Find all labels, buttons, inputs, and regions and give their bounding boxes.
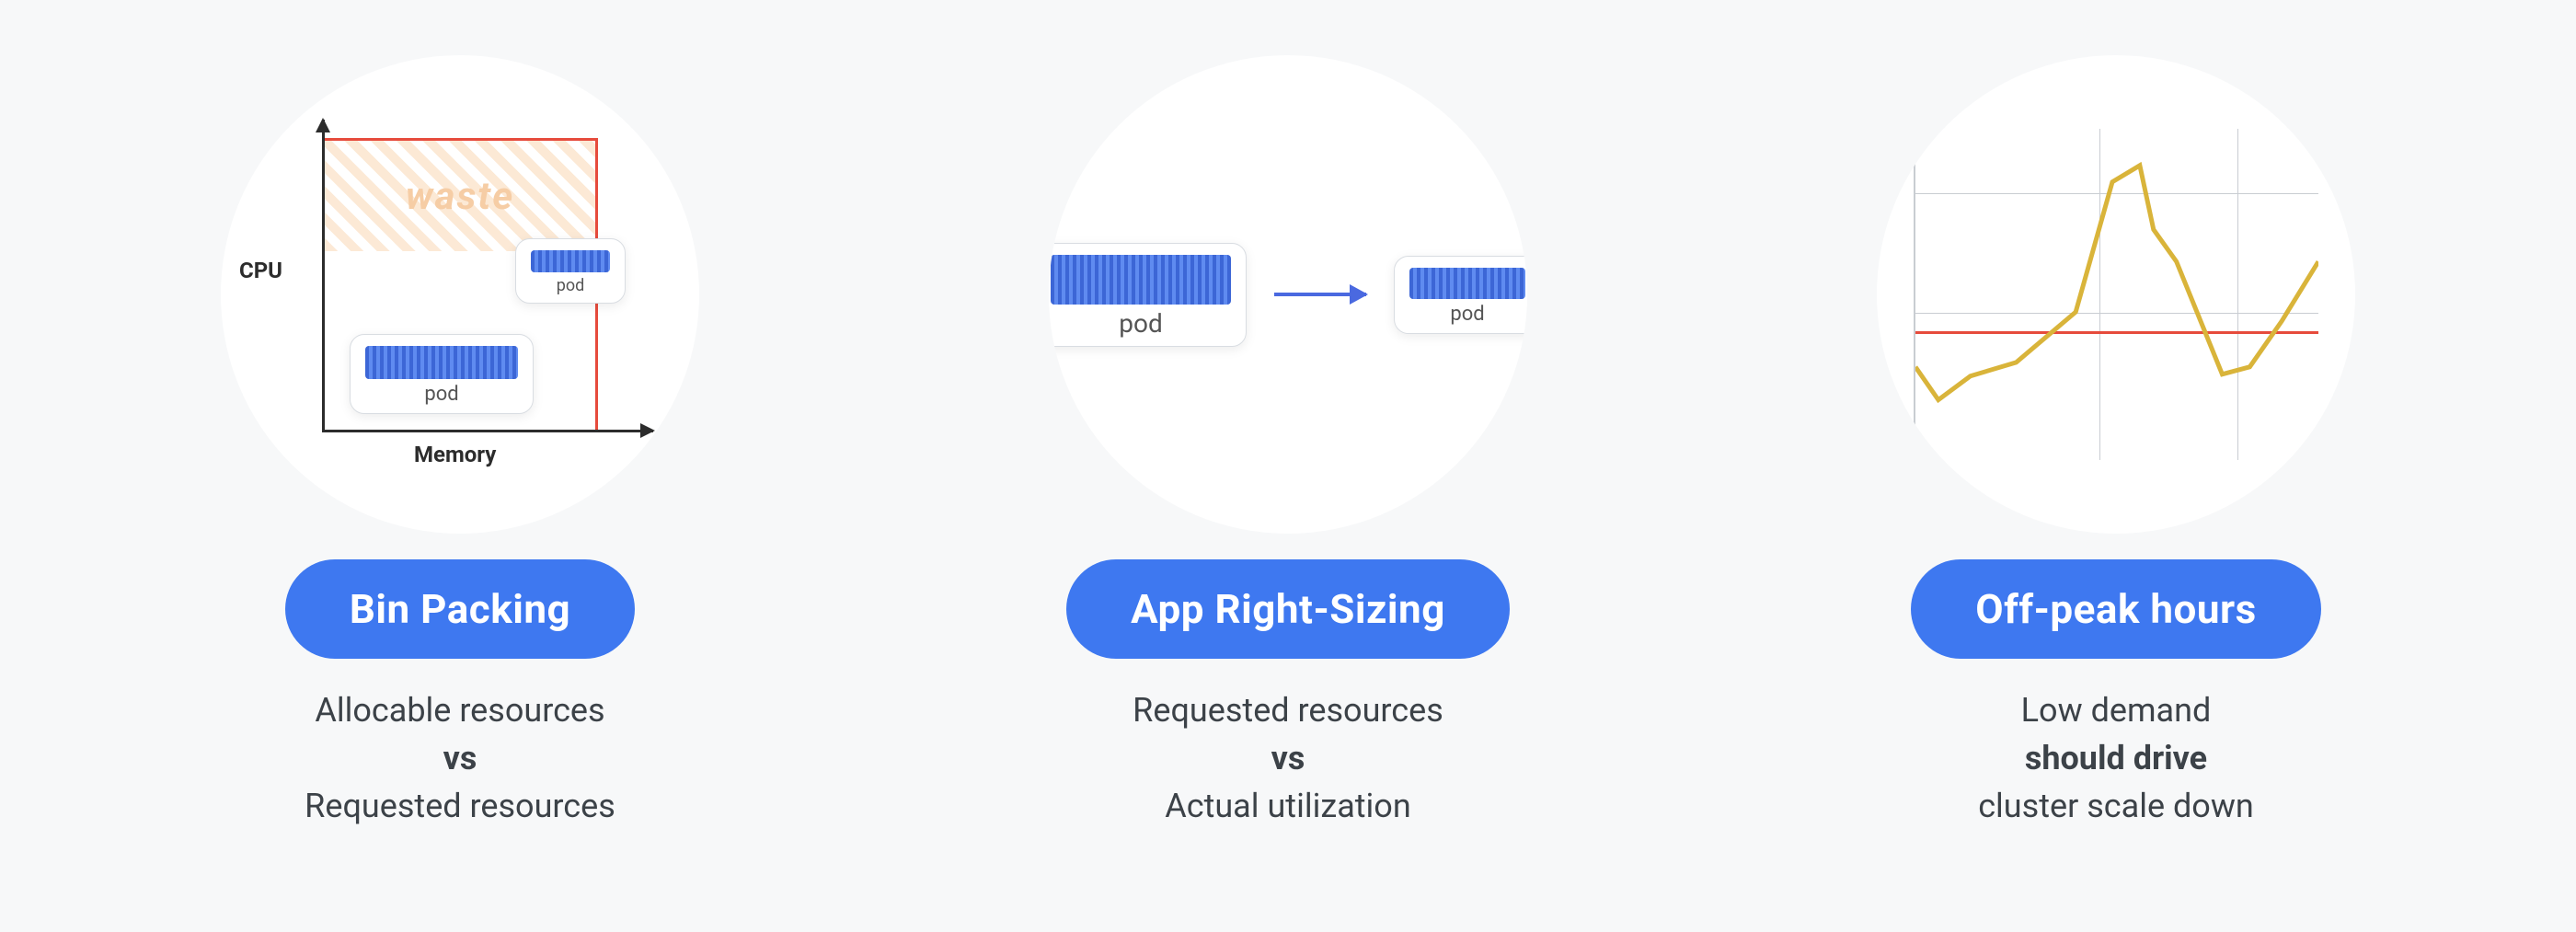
- pod-small: pod: [1394, 256, 1527, 334]
- right-sizing-graphic: pod pod: [1049, 243, 1527, 347]
- illustration-off-peak: [1877, 55, 2355, 534]
- card-bin-packing: waste CPU Memory pod pod Bin Packing All…: [74, 55, 846, 831]
- x-axis-label: Memory: [414, 442, 496, 467]
- pod-label: pod: [557, 276, 585, 295]
- desc-vs: vs: [443, 739, 477, 777]
- card-description: Low demand should drive cluster scale do…: [1978, 686, 2254, 831]
- pod-label: pod: [1450, 303, 1484, 326]
- x-axis: [322, 430, 653, 432]
- pod-small: pod: [515, 238, 626, 304]
- arrow-right-icon: [1274, 293, 1366, 296]
- illustration-right-sizing: pod pod: [1049, 55, 1527, 534]
- desc-line2: cluster scale down: [1978, 787, 2254, 825]
- container-icon: [1051, 255, 1231, 305]
- card-app-right-sizing: pod pod App Right-Sizing Requested resou…: [902, 55, 1674, 831]
- desc-line2: Actual utilization: [1165, 787, 1411, 825]
- card-description: Allocable resources vs Requested resourc…: [305, 686, 615, 831]
- card-description: Requested resources vs Actual utilizatio…: [1133, 686, 1443, 831]
- demand-curve: [1915, 129, 2318, 458]
- desc-line1: Requested resources: [1133, 691, 1443, 730]
- container-icon: [531, 250, 610, 272]
- bin-packing-chart: waste CPU Memory pod pod: [267, 120, 653, 469]
- y-axis-label: CPU: [239, 258, 282, 283]
- desc-vs: vs: [1271, 739, 1305, 777]
- diagram-row: waste CPU Memory pod pod Bin Packing All…: [0, 0, 2576, 886]
- desc-line1: Allocable resources: [315, 691, 604, 730]
- waste-label: waste: [406, 174, 514, 219]
- title-pill: Bin Packing: [285, 559, 635, 659]
- desc-line1: Low demand: [2021, 691, 2212, 730]
- pod-large: pod: [1049, 243, 1247, 347]
- title-pill: App Right-Sizing: [1066, 559, 1510, 659]
- card-off-peak: Off-peak hours Low demand should drive c…: [1730, 55, 2502, 831]
- title-pill: Off-peak hours: [1911, 559, 2321, 659]
- demand-line-chart: [1914, 129, 2318, 460]
- desc-strong: should drive: [2025, 739, 2207, 777]
- waste-zone: waste: [325, 141, 595, 251]
- pod-large: pod: [350, 334, 534, 414]
- container-icon: [365, 346, 518, 379]
- desc-line2: Requested resources: [305, 787, 615, 825]
- illustration-bin-packing: waste CPU Memory pod pod: [221, 55, 699, 534]
- pod-label: pod: [1119, 308, 1162, 339]
- container-icon: [1409, 268, 1525, 299]
- pod-label: pod: [424, 383, 458, 406]
